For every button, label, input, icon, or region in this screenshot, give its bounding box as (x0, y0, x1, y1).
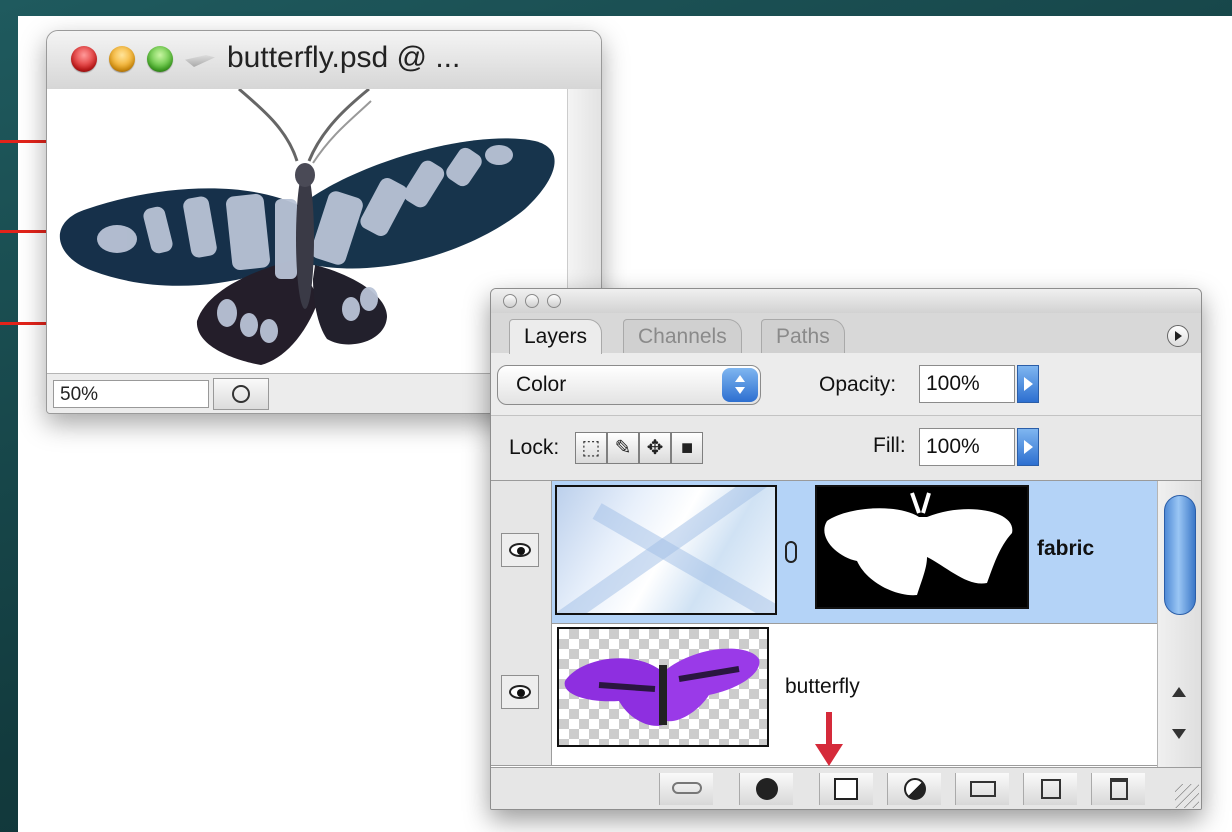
visibility-cell (491, 481, 552, 623)
new-group-icon (970, 781, 996, 797)
layer-style-icon (756, 778, 778, 800)
lock-position-move-icon[interactable]: ✥ (639, 432, 671, 464)
mask-link-chain-icon[interactable] (785, 541, 797, 563)
annotation-arrow-shaft (826, 712, 832, 746)
lock-image-brush-icon[interactable]: ✎ (607, 432, 639, 464)
minimize-button[interactable] (109, 46, 135, 72)
palette-minimize-button[interactable] (525, 294, 539, 308)
link-icon (672, 782, 702, 794)
layers-list: fabric butterfly (491, 481, 1157, 767)
opacity-field[interactable]: 100% (919, 365, 1015, 403)
visibility-cell (491, 623, 552, 765)
document-canvas[interactable] (47, 87, 567, 373)
butterfly-image (59, 87, 555, 365)
adjustment-layer-button[interactable] (887, 773, 941, 805)
trash-icon (1110, 778, 1128, 800)
blend-mode-stepper-icon[interactable] (722, 368, 758, 402)
palette-bottom-toolbar (491, 767, 1201, 809)
visibility-eye-icon[interactable] (501, 533, 539, 567)
layer-name-butterfly: butterfly (785, 675, 860, 698)
scroll-down-arrow-icon[interactable] (1172, 729, 1186, 739)
opacity-label: Opacity: (819, 373, 897, 396)
status-menu-button[interactable] (213, 378, 269, 410)
status-menu-icon (232, 385, 250, 403)
layer-row-fabric[interactable]: fabric (491, 481, 1157, 624)
new-group-button[interactable] (955, 773, 1009, 805)
new-layer-icon (1041, 779, 1061, 799)
adjustment-layer-icon (904, 778, 926, 800)
zoom-button[interactable] (147, 46, 173, 72)
palette-titlebar[interactable] (491, 289, 1201, 314)
layers-scrollbar[interactable] (1157, 481, 1201, 767)
lock-row: Lock: ⬚ ✎ ✥ ■ Fill: 100% (491, 416, 1201, 481)
link-layers-button[interactable] (659, 773, 713, 805)
document-titlebar[interactable]: butterfly.psd @ ... (47, 31, 601, 90)
palette-tabs: Layers Channels Paths (491, 313, 1201, 354)
layer-name-fabric: fabric (1037, 537, 1095, 560)
blend-mode-select[interactable]: Color (497, 365, 761, 405)
fill-field[interactable]: 100% (919, 428, 1015, 466)
layer-mask-thumbnail[interactable] (815, 485, 1029, 609)
fill-slider-button[interactable] (1017, 428, 1039, 466)
tab-channels[interactable]: Channels (623, 319, 742, 354)
tab-layers[interactable]: Layers (509, 319, 603, 354)
scrollbar-thumb[interactable] (1164, 495, 1196, 615)
layer-thumbnail-butterfly[interactable] (557, 627, 769, 747)
palette-close-button[interactable] (503, 294, 517, 308)
lock-transparency-icon[interactable]: ⬚ (575, 432, 607, 464)
proxy-document-icon[interactable] (185, 55, 215, 67)
delete-layer-button[interactable] (1091, 773, 1145, 805)
opacity-slider-button[interactable] (1017, 365, 1039, 403)
zoom-level-field[interactable]: 50% (53, 380, 209, 408)
mask-butterfly-shape (824, 492, 1013, 596)
tab-paths[interactable]: Paths (761, 319, 845, 354)
lock-all-padlock-icon[interactable]: ■ (671, 432, 703, 464)
layers-palette: Layers Channels Paths Color Opacity: 100… (490, 288, 1202, 810)
blend-options-row: Color Opacity: 100% (491, 353, 1201, 416)
layer-thumbnail-fabric[interactable] (555, 485, 777, 615)
add-layer-mask-button[interactable] (819, 773, 873, 805)
palette-zoom-button[interactable] (547, 294, 561, 308)
visibility-eye-icon[interactable] (501, 675, 539, 709)
document-title: butterfly.psd @ ... (227, 41, 461, 74)
layer-style-button[interactable] (739, 773, 793, 805)
fill-label: Fill: (873, 434, 906, 457)
lock-label: Lock: (509, 436, 560, 459)
scroll-up-arrow-icon[interactable] (1172, 687, 1186, 697)
annotation-arrow-head (815, 744, 843, 766)
new-layer-button[interactable] (1023, 773, 1077, 805)
resize-grip[interactable] (1175, 784, 1199, 808)
add-mask-icon (834, 778, 858, 800)
blend-mode-value: Color (516, 373, 567, 396)
butterfly-purple-thumbnail (564, 648, 760, 726)
palette-menu-icon[interactable] (1167, 325, 1189, 347)
close-button[interactable] (71, 46, 97, 72)
